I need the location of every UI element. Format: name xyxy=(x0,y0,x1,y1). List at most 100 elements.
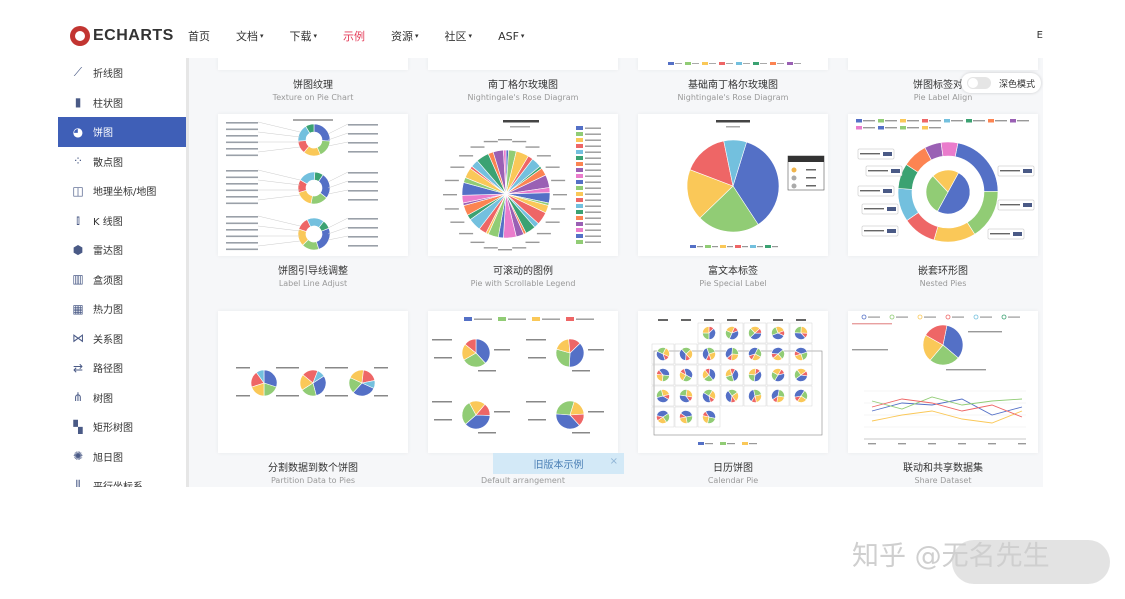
sidebar-item-10[interactable]: ⇄ 路径图 xyxy=(58,353,186,383)
sidebar-item-4[interactable]: ◫ 地理坐标/地图 xyxy=(58,176,186,206)
example-card-partition-pies[interactable]: 分割数据到数个饼图 Partition Data to Pies xyxy=(218,311,408,485)
example-title: 基础南丁格尔玫瑰图 xyxy=(688,80,778,91)
pie-label-mark xyxy=(968,331,1002,333)
example-card-rich-text-label[interactable]: 富文本标签 Pie Special Label xyxy=(638,114,828,288)
pie-label-mark xyxy=(588,349,604,351)
legend-swatch xyxy=(576,216,583,220)
sidebar-item-11[interactable]: ⋔ 树图 xyxy=(58,383,186,413)
nav-item-3[interactable]: 示例 xyxy=(343,28,365,44)
lines-icon: ⇄ xyxy=(72,360,84,375)
legend-swatch xyxy=(878,119,884,123)
sidebar-item-2[interactable]: ◕ 饼图 xyxy=(58,117,186,147)
pie-label-mark xyxy=(526,401,546,403)
example-card-nested-pies[interactable]: 嵌套环形图 Nested Pies xyxy=(848,114,1038,288)
example-card-share-dataset[interactable]: 联动和共享数据集 Share Dataset xyxy=(848,311,1038,485)
example-card-rose[interactable]: 南丁格尔玫瑰图 Nightingale's Rose Diagram xyxy=(428,58,618,102)
example-subtitle: Share Dataset xyxy=(914,476,972,485)
legend-swatch xyxy=(988,119,994,123)
pie-label-mark xyxy=(432,401,452,403)
example-card-basic-rose[interactable]: 基础南丁格尔玫瑰图 Nightingale's Rose Diagram xyxy=(638,58,828,102)
example-card-calendar-pie[interactable]: 日历饼图 Calendar Pie xyxy=(638,311,828,485)
toggle-switch[interactable] xyxy=(967,77,991,89)
weekday-label-mark xyxy=(727,319,737,321)
echarts-logo[interactable]: ECHARTS xyxy=(70,24,174,48)
sidebar-item-0[interactable]: ⟋ 折线图 xyxy=(58,58,186,88)
x-tick-label-mark xyxy=(868,443,876,445)
example-thumbnail[interactable] xyxy=(218,311,408,453)
legend-swatch xyxy=(576,132,583,136)
label-text-mark xyxy=(860,153,880,155)
label-text-mark xyxy=(226,189,258,192)
legend-text-mark xyxy=(705,443,713,445)
legend-text-mark xyxy=(742,246,748,248)
legend-swatch xyxy=(770,62,776,65)
sidebar-item-7[interactable]: ▥ 盒须图 xyxy=(58,265,186,295)
example-subtitle: Pie Label Align xyxy=(913,93,973,102)
sidebar-item-13[interactable]: ✺ 旭日图 xyxy=(58,442,186,472)
rich-label-header xyxy=(788,156,824,162)
sidebar-item-label: 路径图 xyxy=(93,364,123,376)
legend-swatch xyxy=(750,245,756,248)
pie-label-mark xyxy=(553,194,567,196)
chart-type-sidebar: ⟋ 折线图 ▮ 柱状图 ◕ 饼图 ⁘ 散点图 ◫ 地理坐标/地图 ⫾ K 线图 ⬢ 雷达图 ▥ 盒须图 ▦ 热力图… xyxy=(58,58,189,487)
language-switch[interactable]: E xyxy=(1037,30,1043,41)
nav-item-5[interactable]: 社区 ▾ xyxy=(445,28,473,44)
old-version-link[interactable]: 旧版本示例 xyxy=(534,456,584,471)
sidebar-item-9[interactable]: ⋈ 关系图 xyxy=(58,324,186,354)
example-thumbnail[interactable] xyxy=(848,58,1038,70)
example-card-scrollable-legend[interactable]: 可滚动的图例 Pie with Scrollable Legend xyxy=(428,114,618,288)
example-thumbnail[interactable] xyxy=(638,58,828,70)
legend-text-mark xyxy=(1017,120,1029,122)
legend-text-mark xyxy=(675,63,682,64)
sidebar-item-3[interactable]: ⁘ 散点图 xyxy=(58,147,186,177)
example-thumbnail[interactable] xyxy=(848,311,1038,453)
pie-label-mark xyxy=(551,208,566,210)
pie-label-mark xyxy=(483,140,498,143)
example-card-texture-pie[interactable]: 饼图纹理 Texture on Pie Chart xyxy=(218,58,408,102)
label-text-mark xyxy=(226,141,258,144)
pie-slice xyxy=(656,374,664,382)
sidebar-item-12[interactable]: ▚ 矩形树图 xyxy=(58,412,186,442)
nav-item-2[interactable]: 下载 ▾ xyxy=(290,28,318,44)
example-thumbnail[interactable] xyxy=(428,114,618,256)
example-thumbnail[interactable] xyxy=(428,311,618,453)
nav-item-4[interactable]: 资源 ▾ xyxy=(391,28,419,44)
label-text-mark xyxy=(226,196,258,198)
thumb-calendar-pie xyxy=(651,319,823,445)
nav-item-1[interactable]: 文档 ▾ xyxy=(236,28,264,44)
example-thumbnail[interactable] xyxy=(218,58,408,70)
example-thumbnail[interactable] xyxy=(218,114,408,256)
legend-text-mark xyxy=(585,151,601,153)
legend-swatch xyxy=(753,62,759,65)
sidebar-item-8[interactable]: ▦ 热力图 xyxy=(58,294,186,324)
legend-swatch xyxy=(765,245,771,248)
leader-line xyxy=(327,235,349,241)
legend-text-mark xyxy=(697,246,703,248)
nav-item-6[interactable]: ASF ▾ xyxy=(498,30,524,43)
pie-label-mark xyxy=(551,179,566,182)
sidebar-item-5[interactable]: ⫾ K 线图 xyxy=(58,206,186,236)
example-thumbnail[interactable] xyxy=(848,114,1038,256)
dark-mode-toggle[interactable]: 深色模式 xyxy=(961,73,1041,93)
close-icon[interactable]: × xyxy=(610,456,618,467)
example-thumbnail[interactable] xyxy=(638,311,828,453)
example-thumbnail[interactable] xyxy=(428,58,618,70)
label-text-mark xyxy=(860,190,880,192)
pie-slice xyxy=(731,353,739,361)
legend-text-mark xyxy=(952,316,964,318)
nav-item-0[interactable]: 首页 xyxy=(188,28,210,44)
weekday-label-mark xyxy=(658,319,668,321)
scatter-icon: ⁘ xyxy=(72,154,84,169)
weekday-label-mark xyxy=(681,319,691,321)
legend-text-mark xyxy=(585,211,601,213)
old-version-banner[interactable]: 旧版本示例 × xyxy=(493,453,624,474)
label-text-mark xyxy=(226,202,258,205)
label-text-mark xyxy=(806,185,816,187)
example-card-label-line-adjust[interactable]: 饼图引导线调整 Label Line Adjust xyxy=(218,114,408,288)
legend-swatch xyxy=(576,180,583,184)
sidebar-item-14[interactable]: ⫴ 平行坐标系 xyxy=(58,471,186,487)
sidebar-item-6[interactable]: ⬢ 雷达图 xyxy=(58,235,186,265)
legend-swatch xyxy=(719,62,725,65)
sidebar-item-1[interactable]: ▮ 柱状图 xyxy=(58,88,186,118)
example-thumbnail[interactable] xyxy=(638,114,828,256)
